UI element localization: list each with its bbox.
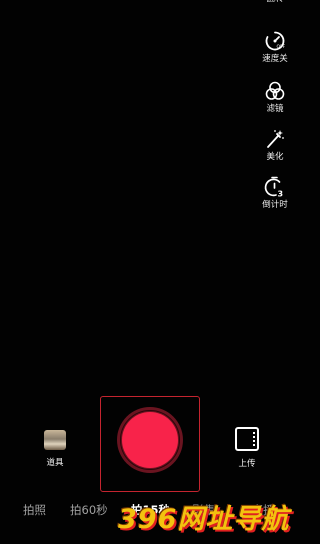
countdown-label: 倒计时 bbox=[262, 200, 288, 210]
record-button-core bbox=[122, 412, 178, 468]
countdown-button[interactable]: 3 倒计时 bbox=[250, 176, 300, 211]
speed-dial-icon: OFF bbox=[265, 31, 286, 51]
countdown-timer-icon: 3 bbox=[264, 176, 284, 199]
props-label: 道具 bbox=[46, 458, 64, 468]
upload-label: 上传 bbox=[238, 459, 256, 469]
filter-label: 滤镜 bbox=[266, 104, 284, 114]
flip-camera-button[interactable]: 翻转 bbox=[250, 0, 300, 5]
record-button[interactable] bbox=[117, 407, 183, 473]
props-thumbnail bbox=[44, 430, 66, 450]
upload-film-icon bbox=[235, 427, 259, 451]
upload-button[interactable]: 上传 bbox=[230, 427, 264, 469]
props-button[interactable]: 道具 bbox=[38, 430, 72, 468]
speed-button[interactable]: OFF 速度关 bbox=[250, 30, 300, 65]
svg-text:OFF: OFF bbox=[277, 44, 286, 50]
mode-60s[interactable]: 拍60秒 bbox=[70, 498, 108, 522]
mode-photo[interactable]: 拍照 bbox=[23, 498, 46, 522]
filter-circles-icon bbox=[265, 81, 285, 100]
svg-text:3: 3 bbox=[278, 190, 284, 199]
flip-label: 翻转 bbox=[250, 0, 300, 5]
beautify-label: 美化 bbox=[266, 152, 284, 162]
speed-label: 速度关 bbox=[262, 54, 288, 64]
beautify-button[interactable]: 美化 bbox=[250, 128, 300, 163]
site-watermark: 396网址导航 bbox=[118, 504, 290, 535]
magic-wand-icon bbox=[267, 130, 284, 148]
filter-button[interactable]: 滤镜 bbox=[250, 80, 300, 115]
